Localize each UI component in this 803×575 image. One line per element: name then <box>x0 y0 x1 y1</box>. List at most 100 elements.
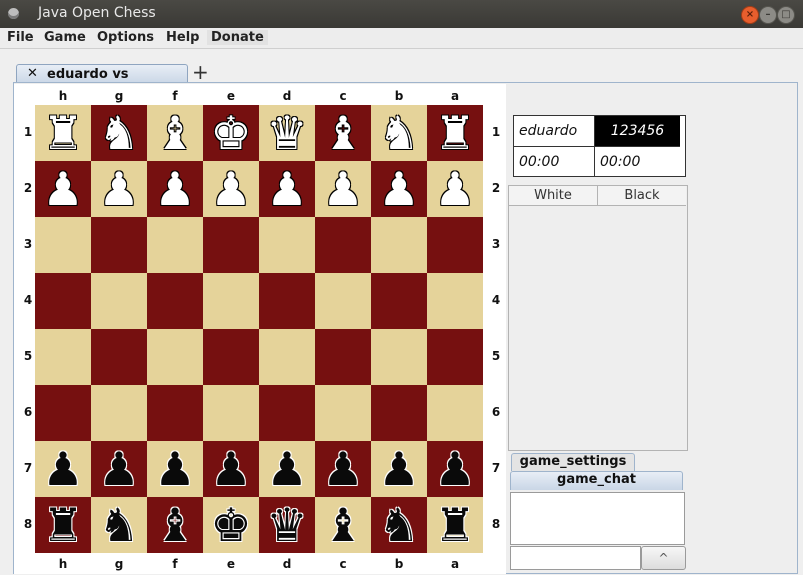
square-b8[interactable]: ♞ <box>371 497 427 553</box>
square-h7[interactable]: ♟ <box>35 441 91 497</box>
white-queen-icon[interactable]: ♛ <box>266 110 307 156</box>
square-f6[interactable] <box>147 385 203 441</box>
tab-game-settings[interactable]: game_settings <box>511 453 635 471</box>
black-pawn-icon[interactable]: ♟ <box>98 446 139 492</box>
square-h3[interactable] <box>35 217 91 273</box>
white-rook-icon[interactable]: ♜ <box>42 110 83 156</box>
square-h1[interactable]: ♜ <box>35 105 91 161</box>
square-f2[interactable]: ♟ <box>147 161 203 217</box>
menu-file[interactable]: File <box>7 30 34 45</box>
square-e1[interactable]: ♚ <box>203 105 259 161</box>
square-g3[interactable] <box>91 217 147 273</box>
black-bishop-icon[interactable]: ♝ <box>154 502 195 548</box>
square-a5[interactable] <box>427 329 483 385</box>
square-f4[interactable] <box>147 273 203 329</box>
square-d1[interactable]: ♛ <box>259 105 315 161</box>
square-e7[interactable]: ♟ <box>203 441 259 497</box>
square-f8[interactable]: ♝ <box>147 497 203 553</box>
close-tab-icon[interactable]: ✕ <box>27 66 38 81</box>
white-rook-icon[interactable]: ♜ <box>434 110 475 156</box>
square-e5[interactable] <box>203 329 259 385</box>
square-h2[interactable]: ♟ <box>35 161 91 217</box>
square-h8[interactable]: ♜ <box>35 497 91 553</box>
black-queen-icon[interactable]: ♛ <box>266 502 307 548</box>
black-pawn-icon[interactable]: ♟ <box>42 446 83 492</box>
black-bishop-icon[interactable]: ♝ <box>322 502 363 548</box>
square-b4[interactable] <box>371 273 427 329</box>
white-pawn-icon[interactable]: ♟ <box>322 166 363 212</box>
square-a8[interactable]: ♜ <box>427 497 483 553</box>
square-f3[interactable] <box>147 217 203 273</box>
white-bishop-icon[interactable]: ♝ <box>154 110 195 156</box>
square-g6[interactable] <box>91 385 147 441</box>
moves-table[interactable]: White Black <box>508 185 688 451</box>
square-g4[interactable] <box>91 273 147 329</box>
white-pawn-icon[interactable]: ♟ <box>154 166 195 212</box>
white-knight-icon[interactable]: ♞ <box>378 110 419 156</box>
black-pawn-icon[interactable]: ♟ <box>434 446 475 492</box>
square-g1[interactable]: ♞ <box>91 105 147 161</box>
square-a4[interactable] <box>427 273 483 329</box>
square-c2[interactable]: ♟ <box>315 161 371 217</box>
square-a7[interactable]: ♟ <box>427 441 483 497</box>
square-c4[interactable] <box>315 273 371 329</box>
black-rook-icon[interactable]: ♜ <box>42 502 83 548</box>
black-king-icon[interactable]: ♚ <box>210 502 251 548</box>
new-tab-button[interactable]: + <box>192 60 209 84</box>
square-h4[interactable] <box>35 273 91 329</box>
square-b7[interactable]: ♟ <box>371 441 427 497</box>
square-g5[interactable] <box>91 329 147 385</box>
chat-input[interactable] <box>510 546 641 570</box>
square-d6[interactable] <box>259 385 315 441</box>
square-e6[interactable] <box>203 385 259 441</box>
square-b3[interactable] <box>371 217 427 273</box>
menu-options[interactable]: Options <box>97 30 154 45</box>
white-pawn-icon[interactable]: ♟ <box>98 166 139 212</box>
moves-header-black[interactable]: Black <box>598 186 686 206</box>
tab-game-chat[interactable]: game_chat <box>510 471 683 490</box>
menu-help[interactable]: Help <box>166 30 199 45</box>
square-b1[interactable]: ♞ <box>371 105 427 161</box>
black-pawn-icon[interactable]: ♟ <box>154 446 195 492</box>
square-e4[interactable] <box>203 273 259 329</box>
square-g8[interactable]: ♞ <box>91 497 147 553</box>
black-pawn-icon[interactable]: ♟ <box>322 446 363 492</box>
white-pawn-icon[interactable]: ♟ <box>42 166 83 212</box>
square-c1[interactable]: ♝ <box>315 105 371 161</box>
square-g7[interactable]: ♟ <box>91 441 147 497</box>
menu-game[interactable]: Game <box>44 30 86 45</box>
square-b6[interactable] <box>371 385 427 441</box>
white-pawn-icon[interactable]: ♟ <box>266 166 307 212</box>
minimize-window-button[interactable]: – <box>759 6 777 24</box>
black-pawn-icon[interactable]: ♟ <box>378 446 419 492</box>
square-c6[interactable] <box>315 385 371 441</box>
black-pawn-icon[interactable]: ♟ <box>210 446 251 492</box>
square-h5[interactable] <box>35 329 91 385</box>
square-d7[interactable]: ♟ <box>259 441 315 497</box>
black-pawn-icon[interactable]: ♟ <box>266 446 307 492</box>
square-c8[interactable]: ♝ <box>315 497 371 553</box>
white-pawn-icon[interactable]: ♟ <box>210 166 251 212</box>
square-e3[interactable] <box>203 217 259 273</box>
white-king-icon[interactable]: ♚ <box>210 110 251 156</box>
square-a2[interactable]: ♟ <box>427 161 483 217</box>
white-pawn-icon[interactable]: ♟ <box>378 166 419 212</box>
square-d8[interactable]: ♛ <box>259 497 315 553</box>
square-a3[interactable] <box>427 217 483 273</box>
square-c5[interactable] <box>315 329 371 385</box>
black-knight-icon[interactable]: ♞ <box>98 502 139 548</box>
white-pawn-icon[interactable]: ♟ <box>434 166 475 212</box>
square-b5[interactable] <box>371 329 427 385</box>
square-d2[interactable]: ♟ <box>259 161 315 217</box>
close-window-button[interactable]: × <box>741 6 759 24</box>
maximize-window-button[interactable]: □ <box>777 6 795 24</box>
square-e8[interactable]: ♚ <box>203 497 259 553</box>
square-g2[interactable]: ♟ <box>91 161 147 217</box>
square-d5[interactable] <box>259 329 315 385</box>
square-e2[interactable]: ♟ <box>203 161 259 217</box>
black-knight-icon[interactable]: ♞ <box>378 502 419 548</box>
square-b2[interactable]: ♟ <box>371 161 427 217</box>
moves-header-white[interactable]: White <box>509 186 598 206</box>
square-c7[interactable]: ♟ <box>315 441 371 497</box>
square-f1[interactable]: ♝ <box>147 105 203 161</box>
